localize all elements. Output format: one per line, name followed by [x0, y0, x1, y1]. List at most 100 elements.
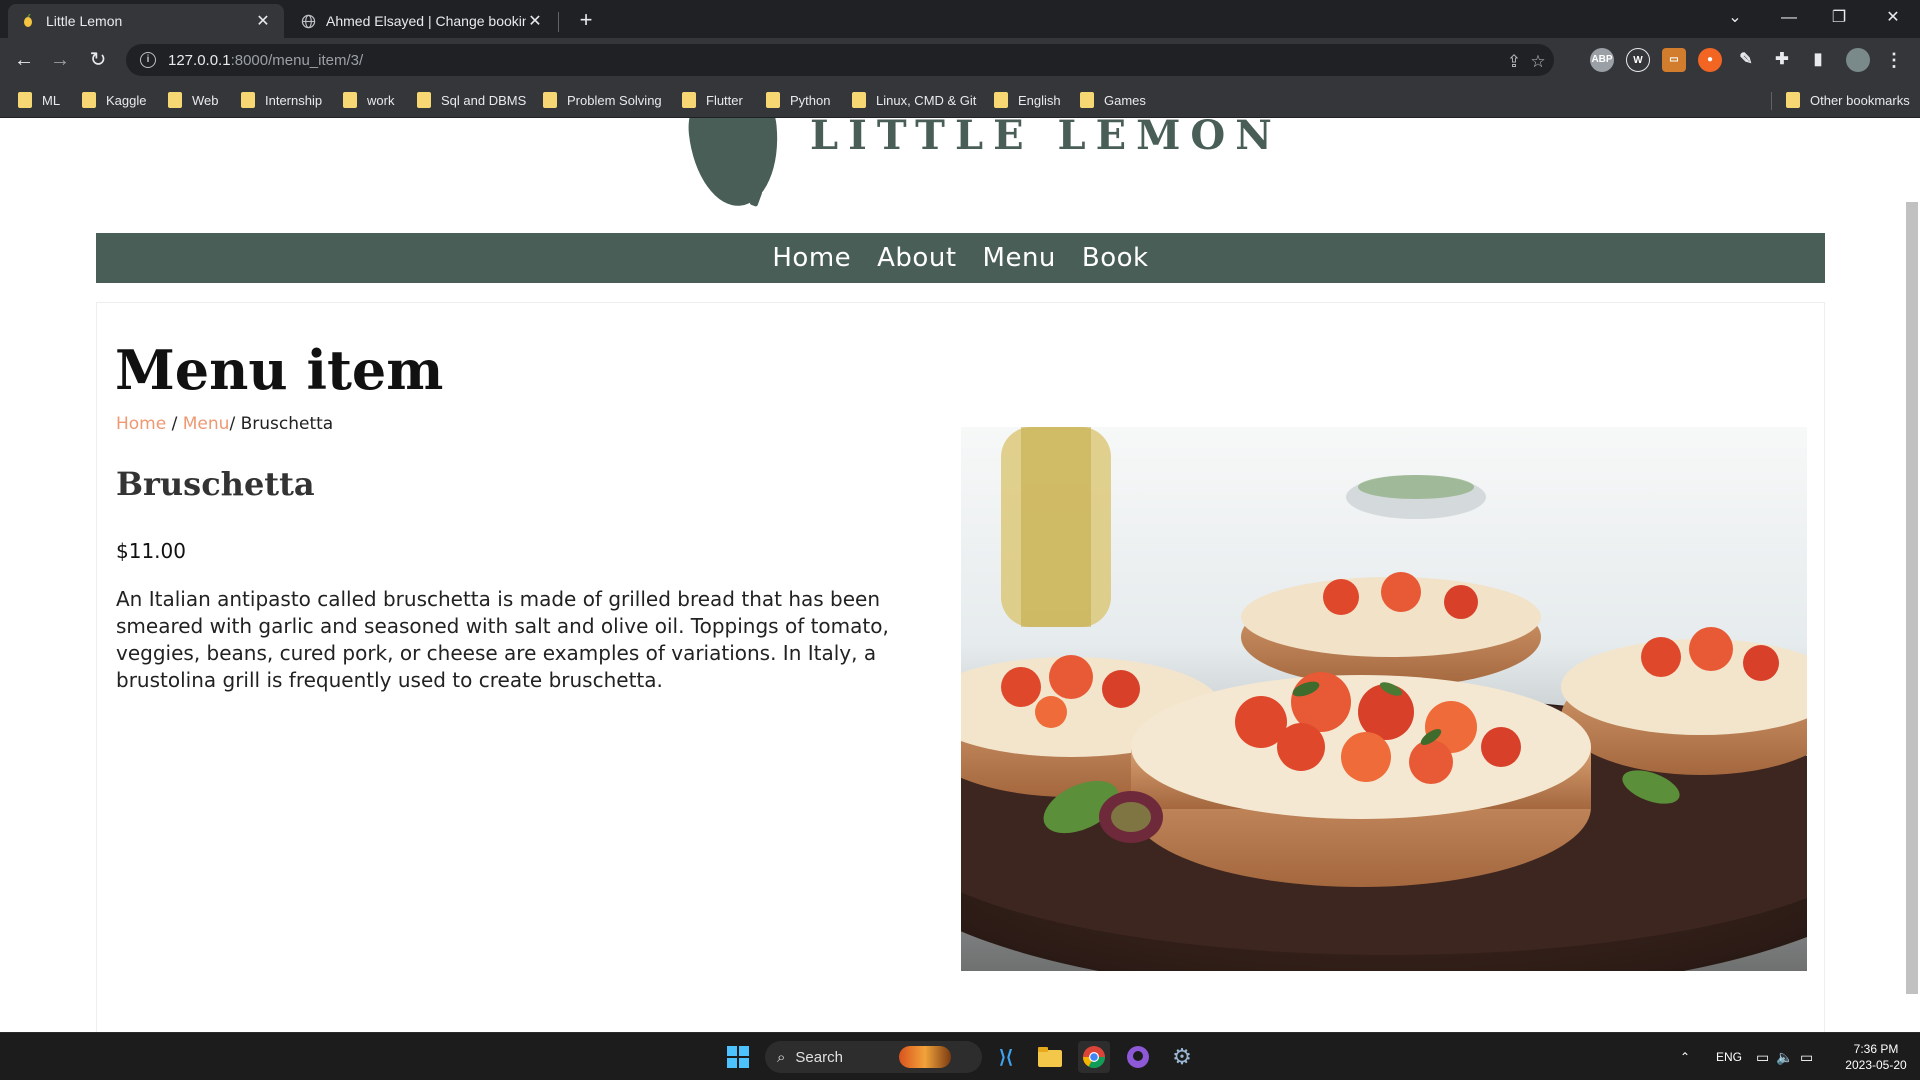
- github-desktop-icon[interactable]: [1122, 1041, 1154, 1073]
- new-tab-icon[interactable]: +: [572, 6, 600, 34]
- globe-icon: [300, 13, 316, 29]
- forward-arrow-icon[interactable]: →: [46, 46, 74, 74]
- taskbar: ⌕ Search ⟩⟨ ⚙ ⌃ ENG ▭ 🔈 ▭ 7:36 PM 2023-0…: [0, 1032, 1920, 1080]
- close-icon[interactable]: ✕: [526, 11, 544, 31]
- chrome-icon[interactable]: [1078, 1041, 1110, 1073]
- bookmark-folder[interactable]: Problem Solving: [543, 90, 662, 110]
- bruschetta-image: [961, 427, 1807, 971]
- address-bar[interactable]: i 127.0.0.1:8000/menu_item/3/ ⇪ ☆: [126, 44, 1554, 76]
- bookmark-folder[interactable]: Linux, CMD & Git: [852, 90, 976, 110]
- language-indicator[interactable]: ENG: [1716, 1033, 1742, 1080]
- bookmark-folder[interactable]: Sql and DBMS: [417, 90, 526, 110]
- url-text: 127.0.0.1:8000/menu_item/3/: [168, 51, 364, 69]
- kebab-menu-icon[interactable]: ⋮: [1882, 48, 1906, 72]
- tab-separator: [558, 12, 559, 32]
- tab-little-lemon[interactable]: Little Lemon ✕: [8, 4, 284, 38]
- folder-icon: [82, 92, 96, 108]
- tray-overflow-icon[interactable]: ⌃: [1680, 1033, 1690, 1080]
- restore-icon[interactable]: ❐: [1814, 0, 1864, 38]
- nav-home-link[interactable]: Home: [772, 243, 851, 273]
- bookmark-folder[interactable]: Web: [168, 90, 219, 110]
- item-price: $11.00: [116, 539, 186, 563]
- logo-leaf-icon: [683, 118, 785, 211]
- logo-text[interactable]: LITTLE LEMON: [810, 118, 1282, 159]
- folder-icon: [1080, 92, 1094, 108]
- tab-change-booking[interactable]: Ahmed Elsayed | Change booking | ✕: [288, 4, 556, 38]
- battery-icon[interactable]: ▭: [1800, 1033, 1813, 1080]
- windows-start-icon[interactable]: [722, 1041, 754, 1073]
- folder-icon: [18, 92, 32, 108]
- bookmark-folder[interactable]: Games: [1080, 90, 1146, 110]
- folder-icon: [343, 92, 357, 108]
- volume-icon[interactable]: 🔈: [1776, 1033, 1793, 1080]
- orange-extension-icon[interactable]: ●: [1698, 48, 1722, 72]
- settings-gear-icon[interactable]: ⚙: [1166, 1041, 1198, 1073]
- share-icon[interactable]: ⇪: [1502, 50, 1526, 74]
- page-scrollbar[interactable]: [1904, 118, 1920, 1032]
- close-icon[interactable]: ✕: [254, 11, 272, 31]
- item-description: An Italian antipasto called bruschetta i…: [116, 587, 889, 692]
- network-icon[interactable]: ▭: [1756, 1033, 1769, 1080]
- nav-book-link[interactable]: Book: [1082, 243, 1149, 273]
- bookmark-folder[interactable]: Internship: [241, 90, 322, 110]
- bookmark-folder[interactable]: Python: [766, 90, 830, 110]
- bookmark-folder[interactable]: English: [994, 90, 1061, 110]
- folder-icon: [682, 92, 696, 108]
- search-placeholder: Search: [795, 1048, 843, 1066]
- adblock-extension-icon[interactable]: ABP: [1590, 48, 1614, 72]
- tab-title: Ahmed Elsayed | Change booking |: [326, 13, 526, 29]
- w-extension-icon[interactable]: W: [1626, 48, 1650, 72]
- breadcrumb-current: Bruschetta: [240, 414, 334, 434]
- search-highlight-icon: [898, 1046, 951, 1068]
- nav-about-link[interactable]: About: [877, 243, 956, 273]
- folder-icon: [1786, 92, 1800, 108]
- folder-icon: [168, 92, 182, 108]
- other-bookmarks-folder[interactable]: Other bookmarks: [1786, 90, 1910, 110]
- info-icon[interactable]: i: [140, 52, 156, 68]
- folder-icon: [543, 92, 557, 108]
- system-clock[interactable]: 7:36 PM 2023-05-20: [1836, 1041, 1916, 1073]
- folder-icon: [994, 92, 1008, 108]
- back-arrow-icon[interactable]: ←: [10, 46, 38, 74]
- bookmark-folder[interactable]: Kaggle: [82, 90, 146, 110]
- avatar[interactable]: [1846, 48, 1870, 72]
- file-explorer-icon[interactable]: [1034, 1041, 1066, 1073]
- folder-icon: [241, 92, 255, 108]
- item-name: Bruschetta: [116, 465, 315, 503]
- star-icon[interactable]: ☆: [1526, 50, 1550, 74]
- menu-item-card: Menu item Home / Menu/ Bruschetta Brusch…: [96, 302, 1825, 1032]
- nav-menu-link[interactable]: Menu: [983, 243, 1056, 273]
- folder-icon: [766, 92, 780, 108]
- bookmark-folder[interactable]: work: [343, 90, 394, 110]
- bookmark-folder[interactable]: ML: [18, 90, 60, 110]
- reload-icon[interactable]: ↻: [84, 46, 112, 74]
- chevron-down-icon[interactable]: ⌄: [1710, 0, 1760, 38]
- breadcrumb: Home / Menu/ Bruschetta: [116, 414, 333, 434]
- breadcrumb-home-link[interactable]: Home: [116, 414, 166, 434]
- vscode-icon[interactable]: ⟩⟨: [990, 1041, 1022, 1073]
- folder-extension-icon[interactable]: ▭: [1662, 48, 1686, 72]
- scrollbar-thumb[interactable]: [1906, 202, 1918, 994]
- clock-time: 7:36 PM: [1853, 1042, 1899, 1056]
- page-title: Menu item: [115, 338, 444, 402]
- side-panel-icon[interactable]: ▮: [1806, 48, 1830, 72]
- folder-icon: [417, 92, 431, 108]
- minimize-icon[interactable]: —: [1764, 0, 1814, 38]
- pen-extension-icon[interactable]: ✎: [1734, 48, 1758, 72]
- close-window-icon[interactable]: ✕: [1868, 0, 1918, 38]
- breadcrumb-menu-link[interactable]: Menu: [183, 414, 230, 434]
- bookmark-folder[interactable]: Flutter: [682, 90, 743, 110]
- puzzle-icon[interactable]: ✚: [1770, 48, 1794, 72]
- search-icon: ⌕: [777, 1048, 786, 1066]
- clock-date: 2023-05-20: [1845, 1058, 1907, 1072]
- bookmarks-bar: ML Kaggle Web Internship work Sql and DB…: [0, 82, 1920, 118]
- main-nav: Home About Menu Book: [96, 233, 1825, 283]
- bookmark-separator: [1771, 92, 1772, 110]
- folder-icon: [852, 92, 866, 108]
- page-viewport: LITTLE LEMON Home About Menu Book Menu i…: [0, 118, 1920, 1032]
- tab-title: Little Lemon: [46, 13, 123, 29]
- breadcrumb-separator: /: [171, 414, 183, 434]
- taskbar-search[interactable]: ⌕ Search: [765, 1041, 982, 1073]
- lemon-icon: [20, 13, 36, 29]
- browser-toolbar: ← → ↻ i 127.0.0.1:8000/menu_item/3/ ⇪ ☆ …: [0, 38, 1920, 82]
